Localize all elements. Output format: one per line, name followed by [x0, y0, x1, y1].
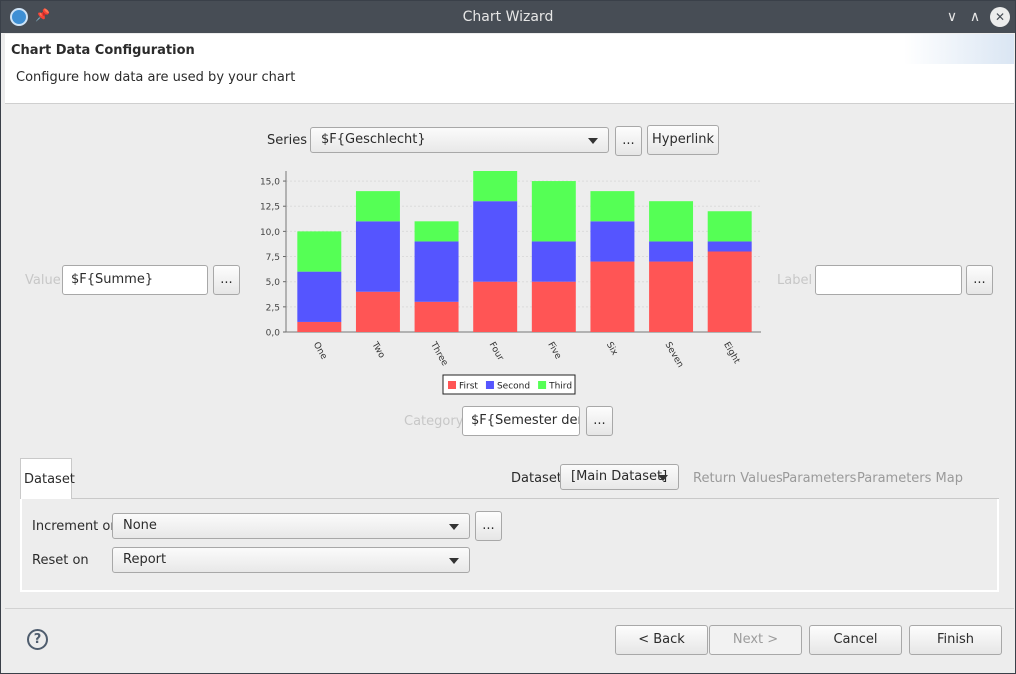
x-tick-label: Eight [721, 341, 741, 366]
bar-third [473, 171, 518, 202]
page-title: Chart Data Configuration [11, 43, 195, 58]
bar-first [414, 301, 459, 332]
bar-second [707, 241, 752, 252]
reset-label: Reset on [32, 553, 89, 568]
page-subtitle: Configure how data are used by your char… [16, 70, 296, 85]
category-label: Category [404, 414, 464, 429]
bar-third [297, 231, 342, 272]
chevron-down-icon [588, 138, 598, 144]
increment-combo-value: None [123, 518, 157, 533]
chart-wizard-window: 📌 Chart Wizard ∨ ∧ ✕ Chart Data Configur… [0, 0, 1016, 674]
label-expression-field[interactable] [815, 265, 962, 295]
header-banner [904, 34, 1014, 64]
minimize-icon[interactable]: ∨ [942, 7, 962, 27]
reset-combo[interactable]: Report [112, 547, 470, 573]
bar-third [531, 181, 576, 242]
wizard-header: Chart Data Configuration Configure how d… [5, 34, 1014, 104]
legend-label: Second [497, 382, 530, 392]
help-icon[interactable]: ? [27, 629, 48, 650]
next-button[interactable]: Next > [709, 625, 802, 655]
maximize-icon[interactable]: ∧ [965, 7, 985, 27]
tab-dataset[interactable]: Dataset [20, 458, 75, 499]
legend-label: Third [548, 382, 572, 392]
x-tick-label: One [311, 341, 329, 362]
x-tick-label: Six [604, 341, 620, 358]
bar-first [707, 251, 752, 332]
bar-third [590, 191, 635, 222]
bar-first [355, 291, 400, 332]
bar-third [707, 211, 752, 242]
x-tick-label: Five [545, 341, 563, 362]
y-tick-label: 15,0 [260, 178, 280, 188]
tab-parameters-map[interactable]: Parameters Map [857, 471, 963, 486]
bar-second [297, 271, 342, 322]
series-combo[interactable]: $F{Geschlecht} [310, 127, 609, 153]
increment-combo[interactable]: None [112, 513, 470, 539]
y-tick-label: 12,5 [260, 203, 280, 213]
close-icon[interactable]: ✕ [990, 7, 1010, 27]
y-tick-label: 2,5 [266, 303, 280, 313]
footer-separator [5, 608, 1014, 609]
bar-second [414, 241, 459, 302]
series-expression-button[interactable]: ... [615, 126, 642, 156]
bar-third [414, 221, 459, 242]
bar-second [531, 241, 576, 282]
finish-button[interactable]: Finish [909, 625, 1002, 655]
bar-third [649, 201, 694, 242]
cancel-button[interactable]: Cancel [809, 625, 902, 655]
value-expression-field[interactable]: $F{Summe} [62, 265, 208, 295]
bar-second [473, 201, 518, 282]
chevron-down-icon [449, 524, 459, 530]
x-tick-label: Seven [662, 341, 685, 370]
bar-third [355, 191, 400, 222]
dataset-label: Dataset [511, 471, 562, 486]
y-tick-label: 0,0 [266, 329, 281, 339]
legend-label: First [459, 382, 478, 392]
bar-first [531, 281, 576, 332]
legend-swatch [538, 381, 547, 389]
increment-label: Increment on [32, 519, 119, 534]
y-tick-label: 5,0 [266, 278, 281, 288]
value-expression-button[interactable]: ... [213, 265, 240, 295]
y-tick-label: 10,0 [260, 228, 280, 238]
hyperlink-button[interactable]: Hyperlink [647, 125, 719, 155]
chevron-down-icon [658, 475, 668, 481]
category-expression-button[interactable]: ... [586, 406, 613, 436]
back-button[interactable]: < Back [615, 625, 708, 655]
category-expression-field[interactable]: $F{Semester der I [462, 406, 580, 436]
stacked-bar-chart: 0,0 2,5 5,0 7,5 10,0 12,5 15,0 One Two Three Four F… [260, 171, 761, 395]
dataset-combo-value: [Main Dataset] [571, 469, 668, 484]
title-bar: 📌 Chart Wizard ∨ ∧ ✕ [1, 1, 1015, 33]
tab-parameters[interactable]: Parameters [782, 471, 856, 486]
series-label: Series [267, 133, 307, 148]
bar-second [590, 221, 635, 262]
bar-first [473, 281, 518, 332]
bar-first [590, 261, 635, 332]
increment-expression-button[interactable]: ... [475, 511, 502, 541]
x-tick-label: Two [369, 340, 387, 361]
legend-swatch [448, 381, 456, 389]
series-combo-value: $F{Geschlecht} [321, 132, 426, 147]
bar-second [355, 221, 400, 292]
x-tick-label: Three [427, 340, 449, 369]
label-expression-button[interactable]: ... [966, 265, 993, 295]
reset-combo-value: Report [123, 552, 167, 567]
tab-return-values[interactable]: Return Values [693, 471, 783, 486]
value-label: Value [25, 273, 61, 288]
y-tick-label: 7,5 [266, 253, 280, 263]
bar-first [649, 261, 694, 332]
chart-preview: 0,0 2,5 5,0 7,5 10,0 12,5 15,0 One Two Three Four F… [251, 163, 771, 403]
window-title: Chart Wizard [462, 9, 554, 25]
chevron-down-icon [449, 558, 459, 564]
label-label: Label [777, 273, 813, 288]
bar-second [649, 241, 694, 262]
dataset-combo[interactable]: [Main Dataset] [560, 464, 679, 490]
x-tick-label: Four [487, 341, 506, 363]
bar-first [297, 321, 342, 332]
legend-swatch [485, 381, 494, 389]
